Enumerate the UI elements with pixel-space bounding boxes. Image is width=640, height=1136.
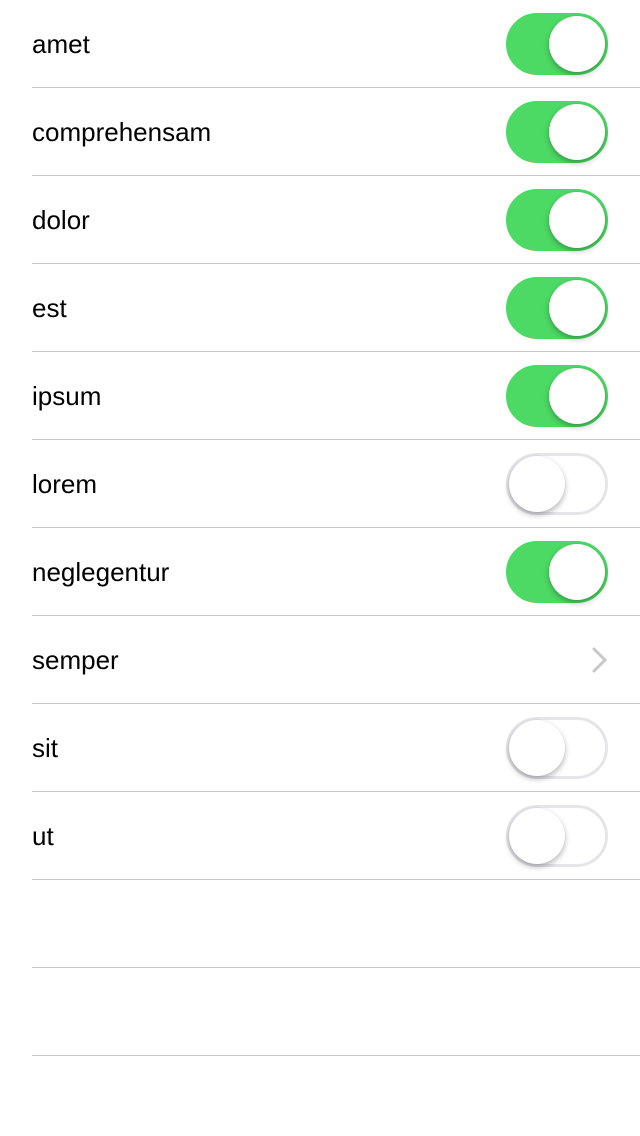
row-label: lorem <box>32 468 98 499</box>
ut-toggle[interactable] <box>506 804 608 867</box>
row-label: dolor <box>32 204 90 235</box>
row-label: ut <box>32 820 54 851</box>
amet-toggle[interactable] <box>506 12 608 75</box>
settings-row-lorem[interactable]: lorem <box>32 440 640 528</box>
row-label: est <box>32 292 67 323</box>
neglegentur-toggle[interactable] <box>506 540 608 603</box>
settings-row-sit[interactable]: sit <box>32 704 640 792</box>
settings-row-semper[interactable]: semper <box>32 616 640 704</box>
settings-list: amet comprehensam dolor est ipsum lorem <box>0 0 640 1136</box>
settings-row-comprehensam[interactable]: comprehensam <box>32 88 640 176</box>
ipsum-toggle[interactable] <box>506 364 608 427</box>
row-label: ipsum <box>32 380 102 411</box>
settings-row-dolor[interactable]: dolor <box>32 176 640 264</box>
row-label: comprehensam <box>32 116 212 147</box>
settings-row-amet[interactable]: amet <box>32 0 640 88</box>
toggle-knob <box>509 807 565 864</box>
lorem-toggle[interactable] <box>506 452 608 515</box>
comprehensam-toggle[interactable] <box>506 100 608 163</box>
row-label: amet <box>32 28 90 59</box>
toggle-knob <box>509 455 565 512</box>
sit-toggle[interactable] <box>506 716 608 779</box>
chevron-right-icon <box>592 647 607 672</box>
settings-row-est[interactable]: est <box>32 264 640 352</box>
toggle-knob <box>549 15 605 72</box>
toggle-knob <box>549 543 605 600</box>
toggle-knob <box>549 191 605 248</box>
dolor-toggle[interactable] <box>506 188 608 251</box>
settings-row-neglegentur[interactable]: neglegentur <box>32 528 640 616</box>
empty-row <box>32 968 640 1056</box>
toggle-knob <box>509 719 565 776</box>
settings-row-ut[interactable]: ut <box>32 792 640 880</box>
toggle-knob <box>549 367 605 424</box>
toggle-knob <box>549 103 605 160</box>
est-toggle[interactable] <box>506 276 608 339</box>
row-label: sit <box>32 732 58 763</box>
toggle-knob <box>549 279 605 336</box>
row-label: neglegentur <box>32 556 170 587</box>
empty-row <box>32 880 640 968</box>
row-label: semper <box>32 644 119 675</box>
settings-row-ipsum[interactable]: ipsum <box>32 352 640 440</box>
